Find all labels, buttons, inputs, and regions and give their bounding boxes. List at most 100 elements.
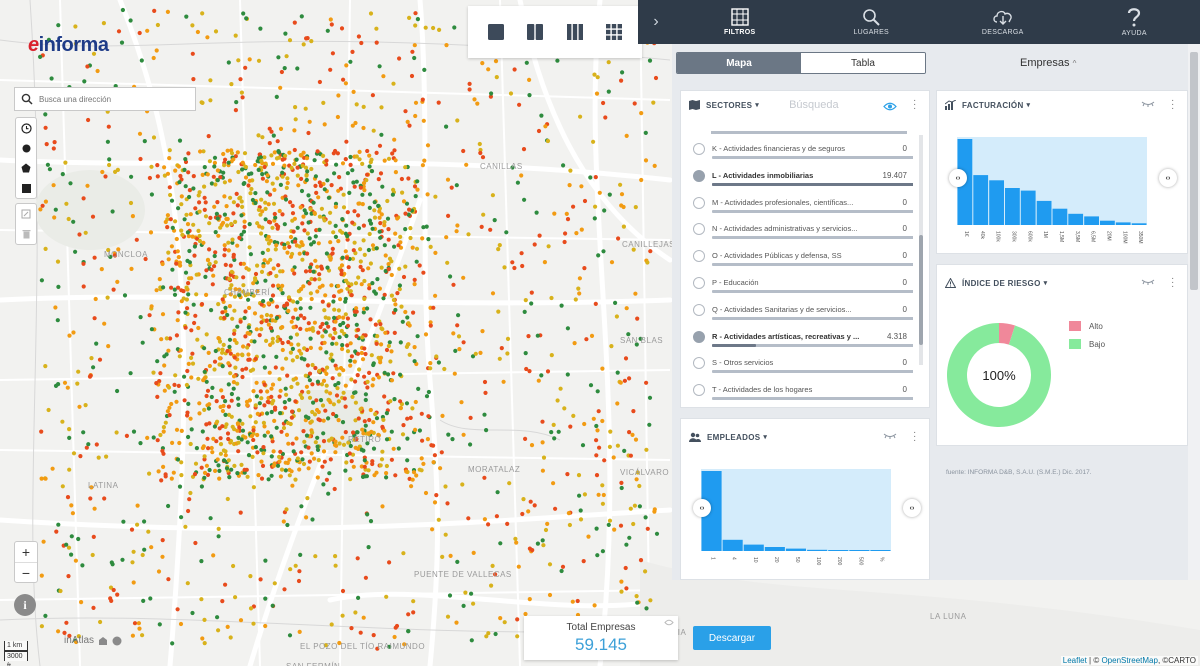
sector-checkbox[interactable]: [693, 357, 705, 370]
riesgo-donut-chart[interactable]: 100%: [945, 321, 1053, 429]
empleados-histogram[interactable]: 1 4 10 20 50 100 200 500%: [701, 469, 913, 573]
sector-row[interactable]: S - Otros servicios 0: [687, 351, 913, 378]
company-marker: [353, 390, 358, 395]
company-marker: [249, 186, 254, 192]
rectangle-draw-icon[interactable]: [16, 178, 36, 198]
hidden-eye-icon[interactable]: [1141, 101, 1155, 107]
single-layout-icon[interactable]: [487, 23, 505, 41]
osm-link[interactable]: OpenStreetMap: [1101, 656, 1157, 665]
range-handle-right[interactable]: ‹›: [1159, 169, 1177, 187]
company-marker: [438, 466, 443, 471]
tab-descarga[interactable]: DESCARGA: [937, 0, 1069, 44]
company-marker: [373, 412, 378, 417]
tab-lugares[interactable]: LUGARES: [806, 0, 938, 44]
sector-checkbox[interactable]: [693, 384, 705, 397]
circle-draw-icon[interactable]: [16, 138, 36, 158]
company-marker: [305, 169, 310, 174]
company-marker: [425, 192, 430, 197]
company-marker: [300, 163, 305, 168]
sector-row[interactable]: T - Actividades de los hogares 0: [687, 378, 913, 405]
hidden-eye-icon[interactable]: [1141, 279, 1155, 285]
sector-checkbox[interactable]: [693, 303, 705, 316]
clock-icon[interactable]: [16, 118, 36, 138]
trash-icon[interactable]: [16, 224, 36, 244]
entity-selector[interactable]: Empresas ^: [1020, 57, 1076, 69]
zoom-in-button[interactable]: +: [15, 542, 37, 562]
zoom-out-button[interactable]: −: [15, 562, 37, 582]
sector-row[interactable]: Q - Actividades Sanitarias y de servicio…: [687, 298, 913, 325]
sector-checkbox[interactable]: [693, 223, 705, 236]
two-column-layout-icon[interactable]: [526, 23, 544, 41]
grid-layout-icon[interactable]: [605, 23, 623, 41]
sectores-title[interactable]: SECTORES: [706, 101, 752, 110]
sector-checkbox[interactable]: [693, 196, 705, 209]
sectores-search[interactable]: Búsqueda: [789, 99, 839, 111]
chevron-down-icon[interactable]: ▾: [1044, 279, 1048, 287]
sector-checkbox[interactable]: [693, 250, 705, 263]
company-marker: [225, 496, 230, 502]
edit-icon[interactable]: [16, 204, 36, 224]
panel-scrollbar-thumb[interactable]: [1190, 52, 1198, 290]
address-search[interactable]: [14, 87, 196, 111]
company-marker: [50, 466, 55, 471]
company-marker: [220, 395, 225, 400]
eye-icon[interactable]: [664, 619, 674, 626]
tab-tabla[interactable]: Tabla: [801, 53, 925, 73]
company-marker: [220, 350, 225, 355]
sector-checkbox[interactable]: [693, 143, 705, 155]
sector-row[interactable]: N - Actividades administrativas y servic…: [687, 217, 913, 244]
sector-row[interactable]: M - Actividades profesionales, científic…: [687, 191, 913, 218]
company-marker: [368, 160, 373, 165]
sector-row[interactable]: K - Actividades financieras y de seguros…: [687, 137, 913, 164]
sector-bar: [712, 316, 913, 320]
facturacion-title[interactable]: FACTURACIÓN: [962, 101, 1024, 110]
three-column-layout-icon[interactable]: [566, 23, 584, 41]
info-button[interactable]: i: [14, 594, 36, 616]
sector-checkbox[interactable]: [693, 169, 705, 182]
leaflet-link[interactable]: Leaflet: [1063, 656, 1087, 665]
download-button[interactable]: Descargar: [693, 626, 771, 650]
more-options-icon[interactable]: · · ·: [913, 96, 916, 114]
hidden-eye-icon[interactable]: [883, 433, 897, 439]
riesgo-title[interactable]: ÍNDICE DE RIESGO: [962, 279, 1041, 288]
sector-row[interactable]: P - Educación 0: [687, 271, 913, 298]
company-marker: [336, 283, 341, 289]
range-handle-left[interactable]: ‹›: [949, 169, 967, 187]
company-marker: [413, 100, 419, 105]
sector-checkbox[interactable]: [693, 330, 705, 343]
company-marker: [188, 416, 193, 421]
company-marker: [305, 363, 310, 368]
eye-icon[interactable]: [883, 102, 897, 111]
chevron-down-icon[interactable]: ▾: [755, 101, 759, 109]
polygon-draw-icon[interactable]: [16, 158, 36, 178]
chevron-right-icon[interactable]: ›: [638, 0, 674, 44]
address-search-input[interactable]: [39, 94, 189, 104]
histogram-tick-label: %: [878, 557, 884, 562]
more-options-icon[interactable]: · · ·: [1171, 274, 1174, 292]
chevron-down-icon[interactable]: ▾: [763, 433, 767, 441]
company-marker: [299, 176, 304, 181]
company-marker: [242, 315, 247, 321]
company-marker: [432, 500, 438, 505]
facturacion-histogram[interactable]: 1€ 40k 100k 300k 600k 1M 1,5M 3,5M 6,5M 20M 100M 35…: [957, 137, 1171, 247]
histogram-bar: [1100, 220, 1115, 225]
sector-row[interactable]: L - Actividades inmobiliarias 19.407: [687, 164, 913, 191]
company-marker: [70, 511, 75, 516]
more-options-icon[interactable]: · · ·: [1171, 96, 1174, 114]
tab-mapa[interactable]: Mapa: [677, 53, 801, 73]
sector-row[interactable]: R - Actividades artísticas, recreativas …: [687, 325, 913, 352]
more-options-icon[interactable]: · · ·: [913, 428, 916, 446]
company-marker: [223, 582, 228, 587]
company-marker: [205, 258, 211, 263]
range-handle-left[interactable]: ‹›: [693, 499, 711, 517]
sector-checkbox[interactable]: [693, 276, 705, 289]
tab-ayuda[interactable]: AYUDA: [1069, 0, 1200, 44]
tab-filtros[interactable]: FILTROS: [674, 0, 806, 44]
range-handle-right[interactable]: ‹›: [903, 499, 921, 517]
empleados-title[interactable]: EMPLEADOS: [707, 433, 760, 442]
sectores-scrollbar[interactable]: [919, 135, 923, 365]
sector-row[interactable]: O - Actividades Públicas y defensa, SS 0: [687, 244, 913, 271]
company-marker: [89, 356, 94, 361]
company-marker: [306, 130, 311, 136]
chevron-down-icon[interactable]: ▾: [1027, 101, 1031, 109]
